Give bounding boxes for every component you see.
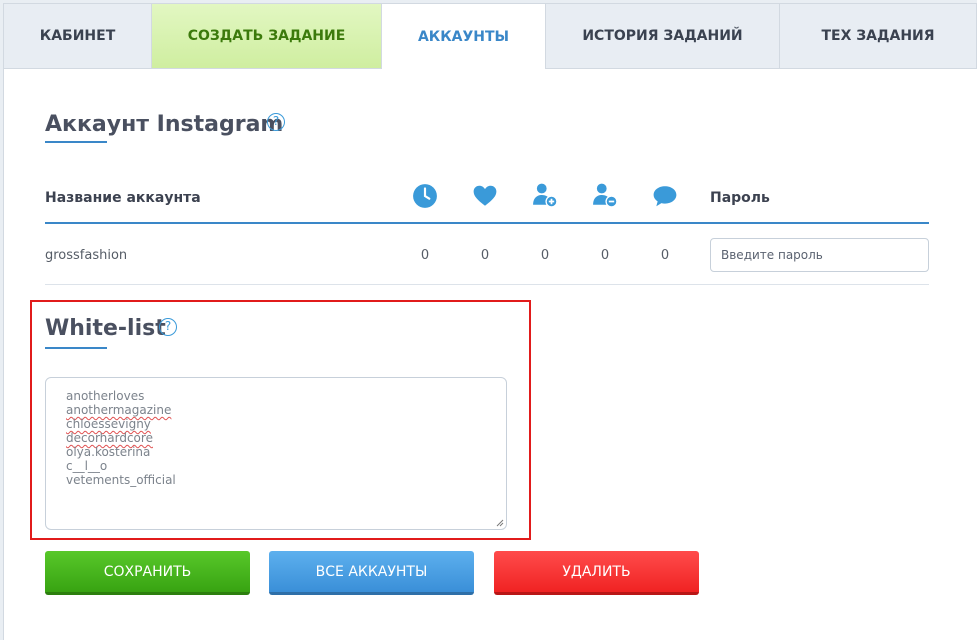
accounts-panel: Аккаунт Instagram ? Название аккаунта Па… bbox=[3, 69, 977, 640]
tab-bar: КАБИНЕТ СОЗДАТЬ ЗАДАНИЕ АККАУНТЫ ИСТОРИЯ… bbox=[3, 3, 977, 70]
account-name: grossfashion bbox=[45, 248, 128, 263]
whitelist-textarea[interactable]: anotherloves anothermagazine chloessevig… bbox=[45, 377, 507, 530]
resize-grip-icon[interactable] bbox=[496, 519, 504, 527]
whitelist-title: White-list bbox=[45, 316, 166, 341]
password-input[interactable] bbox=[710, 238, 929, 272]
user-remove-icon bbox=[593, 183, 618, 208]
whitelist-title-underline bbox=[45, 347, 107, 349]
stat-follows: 0 bbox=[540, 248, 550, 263]
stat-unfollows: 0 bbox=[600, 248, 610, 263]
clock-icon bbox=[413, 184, 437, 208]
column-account-name: Название аккаунта bbox=[45, 190, 201, 206]
stat-views: 0 bbox=[420, 248, 430, 263]
whitelist-entry: decorhardcore bbox=[66, 431, 153, 445]
tab-accounts[interactable]: АККАУНТЫ bbox=[382, 3, 546, 70]
row-divider bbox=[45, 284, 929, 285]
user-add-icon bbox=[533, 183, 558, 208]
table-header-divider bbox=[45, 222, 929, 224]
whitelist-entry: anotherloves bbox=[66, 389, 145, 403]
stat-likes: 0 bbox=[480, 248, 490, 263]
tab-tech-tasks[interactable]: ТЕХ ЗАДАНИЯ bbox=[780, 3, 977, 69]
tab-cabinet[interactable]: КАБИНЕТ bbox=[3, 3, 152, 69]
tab-task-history[interactable]: ИСТОРИЯ ЗАДАНИЙ bbox=[546, 3, 780, 69]
help-icon[interactable]: ? bbox=[267, 113, 285, 131]
delete-button[interactable]: УДАЛИТЬ bbox=[494, 551, 699, 595]
whitelist-help-icon[interactable]: ? bbox=[159, 318, 177, 336]
whitelist-entry: chloessevigny bbox=[66, 417, 151, 431]
whitelist-entry: c__l__o bbox=[66, 459, 108, 473]
comment-icon bbox=[653, 186, 677, 207]
stat-comments: 0 bbox=[660, 248, 670, 263]
title-underline bbox=[45, 141, 107, 143]
whitelist-entry: anothermagazine bbox=[66, 403, 172, 417]
column-password: Пароль bbox=[710, 190, 770, 206]
all-accounts-button[interactable]: ВСЕ АККАУНТЫ bbox=[269, 551, 474, 595]
whitelist-entry: vetements_official bbox=[66, 473, 176, 487]
whitelist-entry: olya.kosterina bbox=[66, 445, 151, 459]
heart-icon bbox=[473, 185, 497, 206]
tab-create-task[interactable]: СОЗДАТЬ ЗАДАНИЕ bbox=[152, 3, 382, 69]
save-button[interactable]: СОХРАНИТЬ bbox=[45, 551, 250, 595]
account-section-title: Аккаунт Instagram bbox=[45, 112, 284, 137]
